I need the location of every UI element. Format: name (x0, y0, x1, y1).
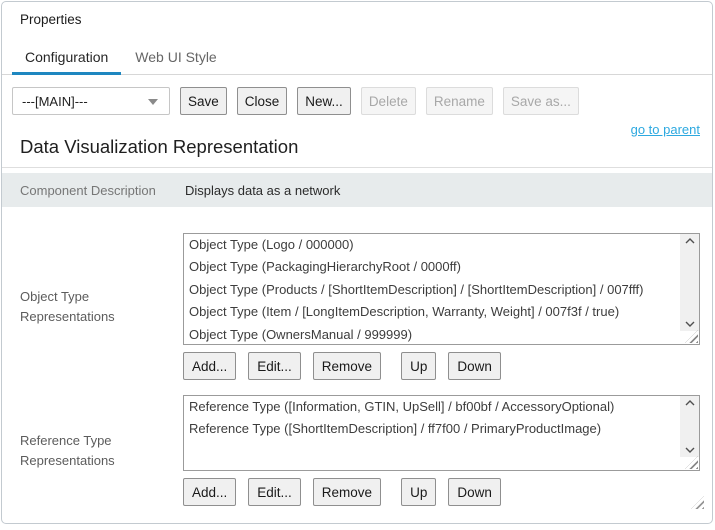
list-item[interactable]: Object Type (PackagingHierarchyRoot / 00… (184, 256, 699, 278)
chevron-down-icon (148, 99, 158, 105)
reference-type-down-button[interactable]: Down (448, 478, 501, 506)
scroll-up-icon[interactable] (685, 238, 695, 244)
component-description-label: Component Description (20, 183, 167, 198)
list-item[interactable]: Reference Type ([Information, GTIN, UpSe… (184, 396, 699, 418)
component-description-value: Displays data as a network (185, 183, 340, 198)
object-type-edit-button[interactable]: Edit... (248, 352, 301, 380)
list-item[interactable]: Object Type (Products / [ShortItemDescri… (184, 279, 699, 301)
listbox-scrollbar[interactable] (680, 234, 699, 331)
panel-title: Properties (20, 12, 712, 27)
save-button[interactable]: Save (180, 87, 227, 115)
config-toolbar: ---[MAIN]--- Save Close New... Delete Re… (12, 87, 702, 115)
reference-type-row: Reference Type Representations Reference… (2, 395, 712, 506)
configuration-select[interactable]: ---[MAIN]--- (12, 87, 170, 115)
save-as-button[interactable]: Save as... (503, 87, 579, 115)
reference-type-remove-button[interactable]: Remove (313, 478, 381, 506)
component-description-row: Component Description Displays data as a… (2, 173, 712, 207)
object-type-remove-button[interactable]: Remove (313, 352, 381, 380)
list-item[interactable]: Reference Type ([ShortItemDescription] /… (184, 418, 699, 440)
delete-button[interactable]: Delete (361, 87, 416, 115)
close-button[interactable]: Close (237, 87, 288, 115)
reference-type-buttons: Add... Edit... Remove Up Down (183, 478, 703, 506)
scroll-down-icon[interactable] (685, 447, 695, 453)
object-type-row: Object Type Representations Object Type … (2, 233, 712, 380)
rename-button[interactable]: Rename (426, 87, 493, 115)
object-type-buttons: Add... Edit... Remove Up Down (183, 352, 703, 380)
list-item[interactable]: Object Type (OwnersManual / 999999) (184, 324, 699, 345)
parent-link-row: go to parent (2, 121, 700, 136)
list-item[interactable]: Object Type (Logo / 000000) (184, 234, 699, 256)
scroll-up-icon[interactable] (685, 400, 695, 406)
configuration-select-value: ---[MAIN]--- (22, 94, 88, 109)
resize-handle-icon[interactable] (685, 456, 698, 469)
page-title: Data Visualization Representation (20, 136, 712, 158)
go-to-parent-link[interactable]: go to parent (631, 122, 700, 137)
listbox-scrollbar[interactable] (680, 396, 699, 457)
new-button[interactable]: New... (297, 87, 351, 115)
reference-type-up-button[interactable]: Up (401, 478, 436, 506)
object-type-down-button[interactable]: Down (448, 352, 501, 380)
scroll-down-icon[interactable] (685, 321, 695, 327)
reference-type-representations-label: Reference Type Representations (2, 395, 183, 506)
heading-divider (2, 167, 712, 168)
tab-web-ui-style[interactable]: Web UI Style (122, 41, 229, 75)
reference-type-add-button[interactable]: Add... (183, 478, 236, 506)
object-type-representations-label: Object Type Representations (2, 233, 183, 380)
object-type-listbox[interactable]: Object Type (Logo / 000000) Object Type … (183, 233, 700, 345)
reference-type-listbox[interactable]: Reference Type ([Information, GTIN, UpSe… (183, 395, 700, 471)
object-type-up-button[interactable]: Up (401, 352, 436, 380)
tab-bar: Configuration Web UI Style (2, 41, 712, 75)
list-item[interactable]: Object Type (Item / [LongItemDescription… (184, 301, 699, 323)
tab-configuration[interactable]: Configuration (12, 41, 121, 75)
object-type-add-button[interactable]: Add... (183, 352, 236, 380)
reference-type-edit-button[interactable]: Edit... (248, 478, 301, 506)
properties-panel: Properties Configuration Web UI Style --… (1, 1, 713, 524)
